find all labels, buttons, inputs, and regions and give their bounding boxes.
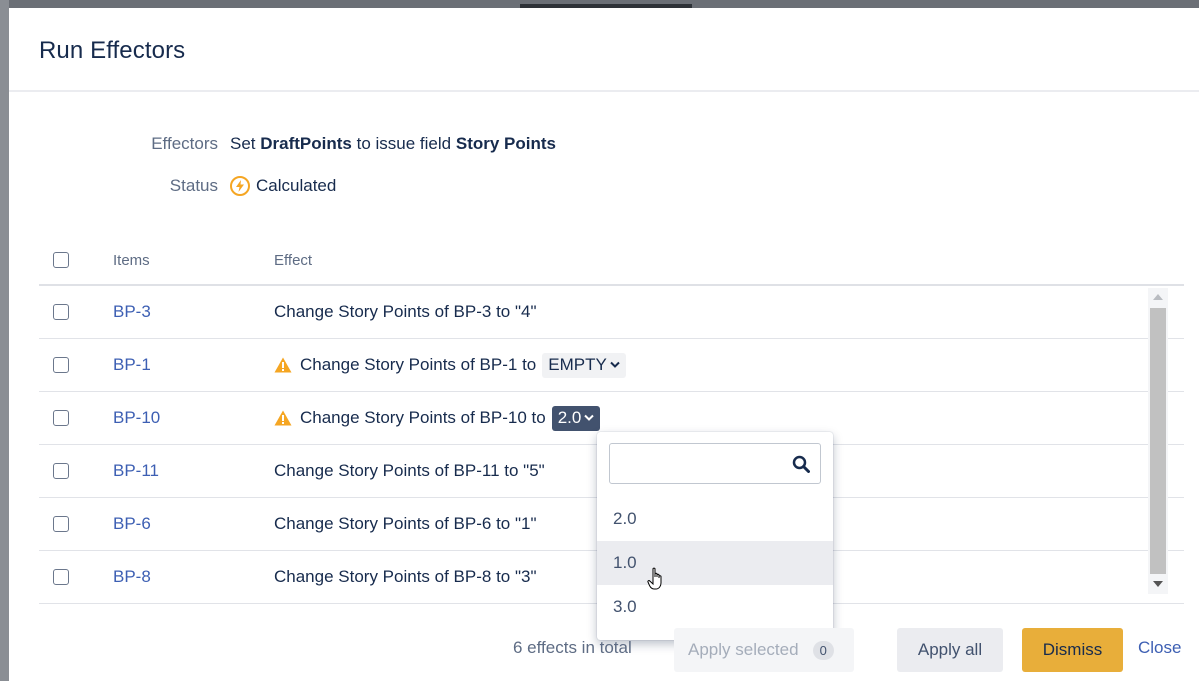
item-link[interactable]: BP-6: [113, 514, 151, 534]
effectors-source: DraftPoints: [260, 134, 352, 153]
dropdown-search-input[interactable]: [610, 444, 780, 482]
header-items: Items: [113, 251, 150, 269]
table-row: BP-3 Change Story Points of BP-3 to "4": [39, 286, 1184, 339]
dropdown-option[interactable]: 3.0: [597, 585, 833, 629]
search-icon: [792, 455, 810, 473]
dismiss-button[interactable]: Dismiss: [1022, 628, 1123, 672]
item-link[interactable]: BP-3: [113, 302, 151, 322]
effect-cell: Change Story Points of BP-1 to EMPTY: [274, 352, 626, 378]
selected-count-badge: 0: [812, 640, 834, 660]
dropdown-option-label: 1.0: [613, 553, 637, 572]
effects-total-text: 6 effects in total: [513, 638, 632, 657]
value-select-label: 2.0: [557, 407, 582, 427]
effectors-prefix: Set: [230, 134, 256, 153]
row-checkbox[interactable]: [53, 463, 69, 479]
row-checkbox[interactable]: [53, 516, 69, 532]
status-value: Calculated: [230, 176, 336, 196]
effectors-row: Effectors Set DraftPoints to issue field…: [9, 132, 556, 156]
effectors-target: Story Points: [455, 134, 556, 153]
dropdown-option-hovered[interactable]: 1.0: [597, 541, 833, 590]
effect-text: Change Story Points of BP-8 to "3": [274, 567, 537, 586]
header-effect: Effect: [274, 251, 313, 269]
lightning-icon: [230, 176, 250, 196]
row-checkbox[interactable]: [53, 569, 69, 585]
table-scrollbar[interactable]: [1148, 288, 1168, 594]
effect-text: Change Story Points of BP-3 to "4": [274, 302, 537, 321]
item-link[interactable]: BP-1: [113, 355, 151, 375]
apply-selected-label: Apply selected: [688, 640, 799, 659]
backdrop-left: [0, 0, 9, 681]
warning-icon: [274, 357, 292, 373]
status-row: Status Calculated: [9, 174, 336, 198]
backdrop-top: [0, 0, 1199, 8]
row-checkbox[interactable]: [53, 410, 69, 426]
warning-icon: [274, 410, 292, 426]
table-header: Items Effect: [39, 236, 1184, 286]
effect-cell: Change Story Points of BP-10 to 2.0: [274, 405, 601, 431]
effect-text: Change Story Points of BP-11 to "5": [274, 461, 545, 480]
item-link[interactable]: BP-8: [113, 567, 151, 587]
row-checkbox[interactable]: [53, 304, 69, 320]
dialog-title: Run Effectors: [39, 37, 186, 64]
status-label: Status: [169, 176, 218, 195]
row-checkbox[interactable]: [53, 357, 69, 373]
effectors-value: Set DraftPoints to issue field Story Poi…: [230, 134, 556, 154]
apply-selected-button[interactable]: Apply selected 0: [674, 628, 854, 672]
effect-text: Change Story Points of BP-1 to: [300, 355, 537, 374]
scroll-thumb[interactable]: [1150, 308, 1166, 574]
table-row: BP-1 Change Story Points of BP-1 to EMPT…: [39, 339, 1184, 392]
dialog-header: Run Effectors: [9, 8, 1199, 92]
effect-text: Change Story Points of BP-6 to "1": [274, 514, 537, 533]
effectors-middle: to issue field: [356, 134, 452, 153]
close-link[interactable]: Close: [1138, 638, 1181, 658]
value-dropdown: 2.0 1.0 3.0: [597, 432, 833, 640]
effect-text: Change Story Points of BP-10 to: [300, 408, 546, 427]
dropdown-option[interactable]: 2.0: [597, 497, 833, 541]
apply-all-button[interactable]: Apply all: [897, 628, 1003, 672]
chevron-down-icon: [584, 414, 595, 421]
chevron-down-icon: [610, 361, 620, 368]
item-link[interactable]: BP-10: [113, 408, 160, 428]
status-text: Calculated: [256, 176, 337, 195]
scroll-down-icon[interactable]: [1153, 581, 1163, 587]
value-select-label: EMPTY: [548, 354, 607, 374]
value-select-open[interactable]: 2.0: [551, 405, 601, 431]
value-select[interactable]: EMPTY: [542, 352, 626, 378]
dialog-footer: 6 effects in total Apply selected 0 Appl…: [9, 628, 1199, 672]
select-all-checkbox[interactable]: [53, 252, 69, 268]
dropdown-search: [609, 443, 821, 484]
effectors-label: Effectors: [151, 134, 218, 153]
run-effectors-dialog: Run Effectors Effectors Set DraftPoints …: [9, 8, 1199, 681]
item-link[interactable]: BP-11: [113, 461, 159, 481]
scroll-up-icon[interactable]: [1153, 294, 1163, 300]
